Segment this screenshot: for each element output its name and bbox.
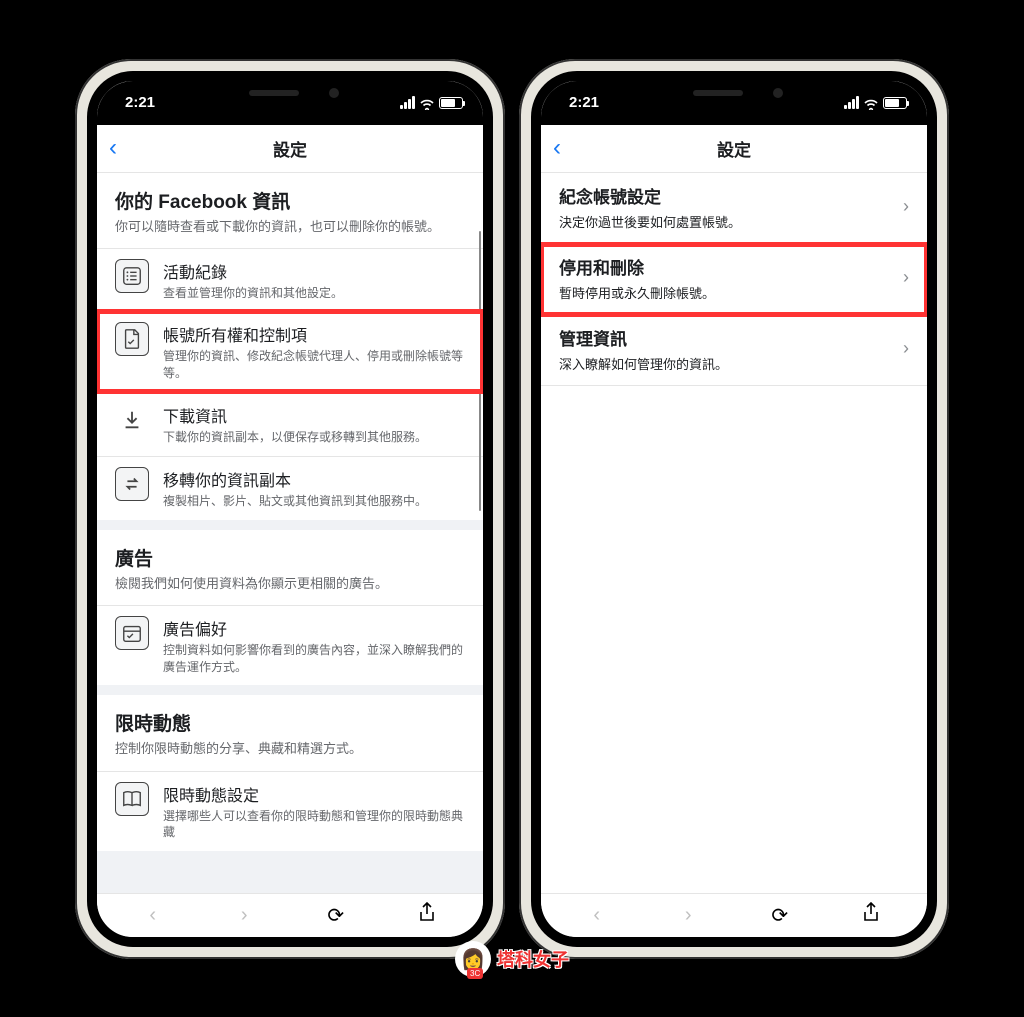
notch [649, 81, 819, 109]
phone-screen-right: 2:21 ‹ 設定 紀念帳號設定 決定你過世後要如何處置帳號。 › 停用和 [531, 71, 937, 947]
toolbar-share-icon[interactable] [856, 902, 886, 928]
row-deactivate-delete[interactable]: 停用和刪除 暫時停用或永久刪除帳號。 › [541, 244, 927, 315]
back-button[interactable]: ‹ [109, 134, 117, 162]
phone-frame-left: 2:21 ‹ 設定 你的 Facebook 資訊 你可以隨時查看或下載你的資訊，… [75, 59, 505, 959]
notch [205, 81, 375, 109]
toolbar-forward-icon[interactable]: › [229, 904, 259, 927]
section-ads: 廣告 檢閱我們如何使用資料為你顯示更相關的廣告。 廣告偏好 控制資料如何影響你看… [97, 530, 483, 686]
battery-icon [439, 97, 463, 109]
item-account-ownership[interactable]: 帳號所有權和控制項 管理你的資訊、修改紀念帳號代理人、停用或刪除帳號等等。 [97, 311, 483, 392]
row-title: 管理資訊 [559, 325, 895, 350]
wifi-icon [863, 97, 879, 109]
calendar-icon [115, 616, 149, 650]
status-time: 2:21 [125, 94, 155, 111]
book-icon [115, 782, 149, 816]
row-manage-info[interactable]: 管理資訊 深入瞭解如何管理你的資訊。 › [541, 315, 927, 386]
toolbar-back-icon[interactable]: ‹ [138, 904, 168, 927]
phone-frame-right: 2:21 ‹ 設定 紀念帳號設定 決定你過世後要如何處置帳號。 › 停用和 [519, 59, 949, 959]
watermark-badge: 3C [467, 968, 483, 979]
status-icons [400, 96, 463, 109]
item-title: 活動紀錄 [163, 259, 465, 283]
toolbar-refresh-icon[interactable]: ⟳ [321, 903, 351, 928]
status-icons [844, 96, 907, 109]
toolbar-back-icon[interactable]: ‹ [582, 904, 612, 927]
chevron-right-icon: › [903, 338, 909, 359]
item-transfer-info[interactable]: 移轉你的資訊副本 複製相片、影片、貼文或其他資訊到其他服務中。 [97, 456, 483, 520]
section-stories: 限時動態 控制你限時動態的分享、典藏和精選方式。 限時動態設定 選擇哪些人可以查… [97, 695, 483, 851]
back-button[interactable]: ‹ [553, 134, 561, 162]
item-desc: 查看並管理你的資訊和其他設定。 [163, 285, 465, 302]
content-scroll[interactable]: 你的 Facebook 資訊 你可以隨時查看或下載你的資訊，也可以刪除你的帳號。… [97, 173, 483, 893]
download-icon [115, 403, 149, 437]
item-title: 移轉你的資訊副本 [163, 467, 465, 491]
chevron-right-icon: › [903, 196, 909, 217]
section-your-info: 你的 Facebook 資訊 你可以隨時查看或下載你的資訊，也可以刪除你的帳號。… [97, 173, 483, 520]
item-title: 下載資訊 [163, 403, 465, 427]
item-story-settings[interactable]: 限時動態設定 選擇哪些人可以查看你的限時動態和管理你的限時動態典藏 [97, 771, 483, 852]
section-desc: 你可以隨時查看或下載你的資訊，也可以刪除你的帳號。 [115, 218, 465, 236]
toolbar-forward-icon[interactable]: › [673, 904, 703, 927]
row-desc: 暫時停用或永久刪除帳號。 [559, 283, 895, 302]
status-time: 2:21 [569, 94, 599, 111]
item-title: 限時動態設定 [163, 782, 465, 806]
item-desc: 複製相片、影片、貼文或其他資訊到其他服務中。 [163, 493, 465, 510]
scrollbar[interactable] [478, 173, 481, 867]
nav-header: ‹ 設定 [541, 125, 927, 173]
transfer-icon [115, 467, 149, 501]
list-icon [115, 259, 149, 293]
page-title: 設定 [717, 136, 751, 161]
row-title: 紀念帳號設定 [559, 183, 895, 208]
section-title: 你的 Facebook 資訊 [115, 187, 465, 214]
watermark-text: 塔科女子 [497, 946, 569, 972]
item-ad-preferences[interactable]: 廣告偏好 控制資料如何影響你看到的廣告內容，並深入瞭解我們的廣告運作方式。 [97, 605, 483, 686]
cellular-signal-icon [400, 96, 415, 109]
bottom-toolbar: ‹ › ⟳ [97, 893, 483, 937]
page-title: 設定 [273, 136, 307, 161]
item-desc: 管理你的資訊、修改紀念帳號代理人、停用或刪除帳號等等。 [163, 348, 465, 382]
row-desc: 決定你過世後要如何處置帳號。 [559, 212, 895, 231]
item-desc: 下載你的資訊副本，以便保存或移轉到其他服務。 [163, 429, 465, 446]
document-icon [115, 322, 149, 356]
row-memorialization[interactable]: 紀念帳號設定 決定你過世後要如何處置帳號。 › [541, 173, 927, 244]
section-title: 廣告 [115, 544, 465, 571]
item-activity-log[interactable]: 活動紀錄 查看並管理你的資訊和其他設定。 [97, 248, 483, 312]
battery-icon [883, 97, 907, 109]
cellular-signal-icon [844, 96, 859, 109]
chevron-right-icon: › [903, 267, 909, 288]
section-title: 限時動態 [115, 709, 465, 736]
row-desc: 深入瞭解如何管理你的資訊。 [559, 354, 895, 373]
content-scroll[interactable]: 紀念帳號設定 決定你過世後要如何處置帳號。 › 停用和刪除 暫時停用或永久刪除帳… [541, 173, 927, 893]
row-title: 停用和刪除 [559, 254, 895, 279]
toolbar-refresh-icon[interactable]: ⟳ [765, 903, 795, 928]
bottom-toolbar: ‹ › ⟳ [541, 893, 927, 937]
watermark: 👩 3C 塔科女子 [455, 941, 569, 977]
phone-screen-left: 2:21 ‹ 設定 你的 Facebook 資訊 你可以隨時查看或下載你的資訊，… [87, 71, 493, 947]
toolbar-share-icon[interactable] [412, 902, 442, 928]
item-desc: 選擇哪些人可以查看你的限時動態和管理你的限時動態典藏 [163, 808, 465, 842]
section-desc: 控制你限時動態的分享、典藏和精選方式。 [115, 740, 465, 758]
wifi-icon [419, 97, 435, 109]
section-desc: 檢閱我們如何使用資料為你顯示更相關的廣告。 [115, 575, 465, 593]
nav-header: ‹ 設定 [97, 125, 483, 173]
item-download-info[interactable]: 下載資訊 下載你的資訊副本，以便保存或移轉到其他服務。 [97, 392, 483, 456]
item-title: 廣告偏好 [163, 616, 465, 640]
item-desc: 控制資料如何影響你看到的廣告內容，並深入瞭解我們的廣告運作方式。 [163, 642, 465, 676]
item-title: 帳號所有權和控制項 [163, 322, 465, 346]
